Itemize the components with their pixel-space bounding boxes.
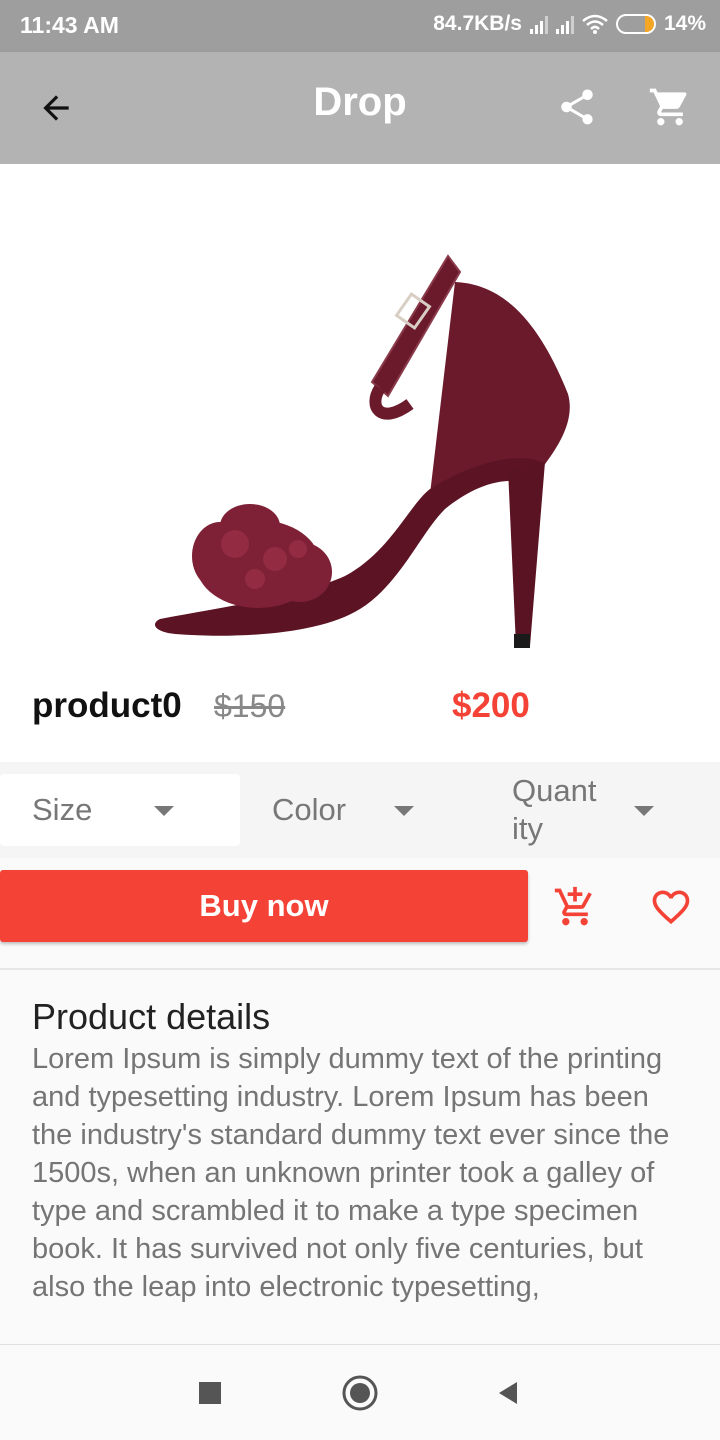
system-nav-bar <box>0 1344 720 1440</box>
chevron-down-icon <box>634 806 654 816</box>
quantity-label: Quant ity <box>512 772 596 848</box>
current-price: $200 <box>452 686 530 725</box>
product-name: product0 <box>32 686 182 725</box>
add-to-cart-button[interactable] <box>548 880 602 934</box>
share-icon <box>561 89 593 125</box>
square-icon <box>199 1382 221 1404</box>
details-body: Lorem Ipsum is simply dummy text of the … <box>32 1043 670 1303</box>
nav-back-button[interactable] <box>484 1369 532 1417</box>
quantity-label-line2: ity <box>512 811 543 846</box>
status-indicators: 84.7KB/s 14% <box>433 12 706 36</box>
quantity-dropdown[interactable]: Quant ity <box>480 762 720 858</box>
action-row: Buy now <box>0 870 720 942</box>
signal-icon <box>529 14 548 34</box>
wifi-icon <box>582 14 608 34</box>
size-dropdown[interactable]: Size <box>0 774 240 846</box>
heart-icon <box>652 890 690 925</box>
status-time: 11:43 AM <box>20 12 119 38</box>
app-bar: Drop <box>0 52 720 164</box>
add-to-cart-icon <box>554 886 592 926</box>
battery-icon <box>615 14 656 34</box>
cart-icon <box>649 88 687 126</box>
color-label: Color <box>272 792 347 827</box>
triangle-back-icon <box>499 1382 517 1404</box>
recents-button[interactable] <box>186 1369 234 1417</box>
buy-now-button[interactable]: Buy now <box>0 870 528 942</box>
color-dropdown[interactable]: Color <box>240 774 440 846</box>
favorite-button[interactable] <box>644 880 698 934</box>
page-title: Drop <box>313 80 407 124</box>
high-heel-sandal-illustration <box>155 254 570 648</box>
signal-icon <box>555 14 574 34</box>
battery-percent: 14% <box>663 12 706 35</box>
product-options: Size Color Quant ity <box>0 762 720 858</box>
product-details: Product details Lorem Ipsum is simply du… <box>0 970 720 1344</box>
product-image <box>0 164 720 664</box>
home-circle-icon <box>342 1375 378 1411</box>
status-bar: 11:43 AM 84.7KB/s 14% <box>0 0 720 52</box>
cart-button[interactable] <box>642 80 698 134</box>
chevron-down-icon <box>154 806 174 816</box>
share-button[interactable] <box>550 80 604 134</box>
network-speed: 84.7KB/s <box>433 12 522 35</box>
size-label: Size <box>32 792 93 827</box>
product-info: product0 $150 $200 <box>0 664 720 762</box>
old-price: $150 <box>214 688 286 724</box>
quantity-label-line1: Quant <box>512 773 597 808</box>
details-title: Product details <box>32 996 271 1037</box>
home-button[interactable] <box>336 1369 384 1417</box>
chevron-down-icon <box>394 806 414 816</box>
